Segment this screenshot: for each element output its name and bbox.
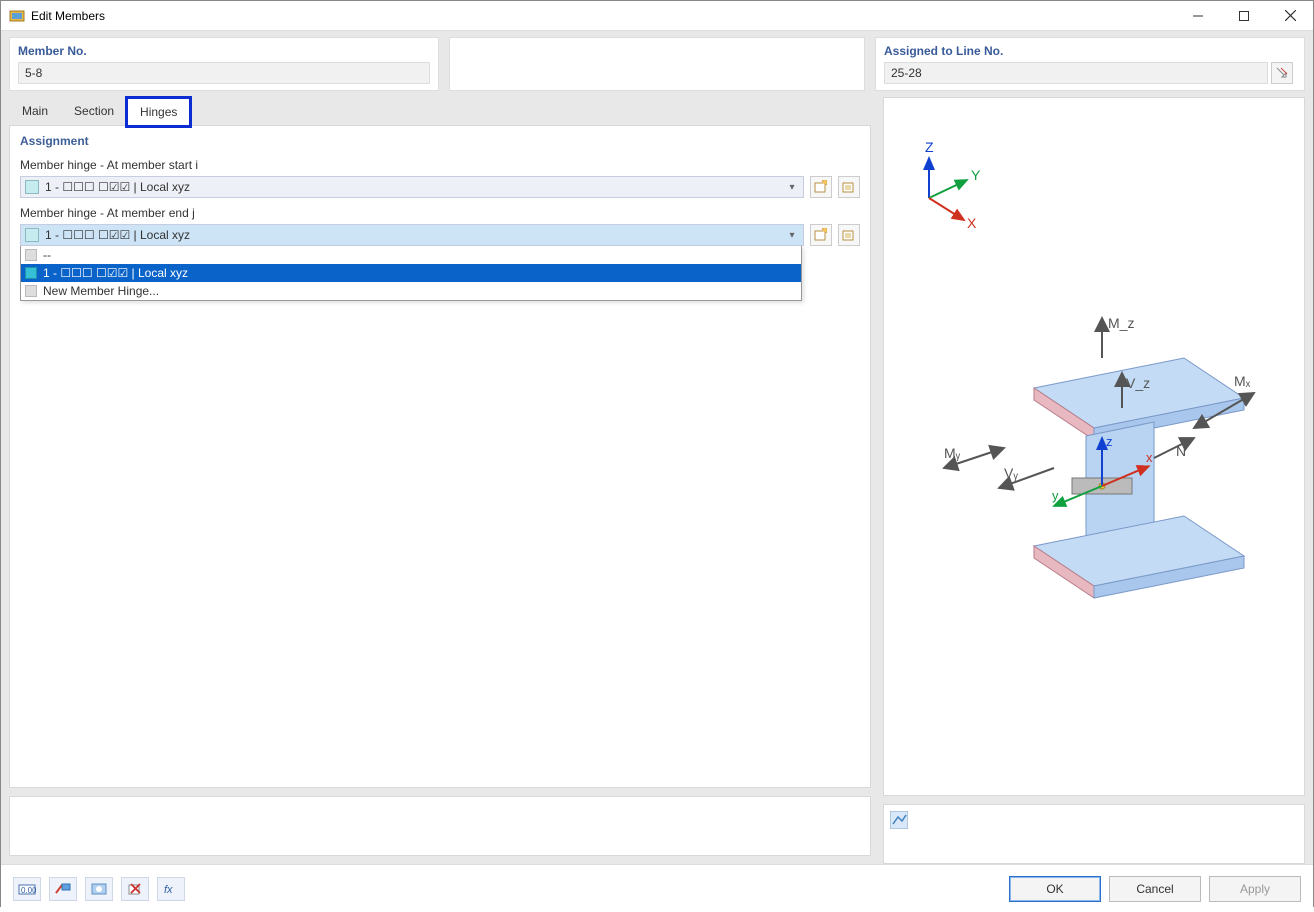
dropdown-item-new[interactable]: New Member Hinge... [21,282,801,300]
swatch-icon [25,285,37,297]
member-no-panel: Member No. [9,37,439,91]
right-pane: Z Y X [879,97,1313,864]
assigned-input[interactable] [884,62,1268,84]
svg-text:x: x [1146,450,1153,465]
header-row: Member No. Assigned to Line No. [1,31,1313,97]
minimize-button[interactable] [1175,1,1221,31]
cancel-button[interactable]: Cancel [1109,876,1201,902]
new-hinge-end-button[interactable] [810,224,832,246]
svg-text:z: z [1106,434,1113,449]
svg-text:y: y [1052,488,1059,503]
tab-main[interactable]: Main [9,97,61,125]
apply-button[interactable]: Apply [1209,876,1301,902]
swatch-icon [25,249,37,261]
new-hinge-start-button[interactable] [810,176,832,198]
hinge-end-dropdown: -- 1 - ☐☐☐ ☐☑☑ | Local xyz New Member Hi… [20,246,802,301]
svg-text:Vᵧ: Vᵧ [1004,465,1018,481]
preview-thumb-icon[interactable] [890,811,908,829]
left-pane: Main Section Hinges Assignment Member hi… [1,97,879,864]
edit-hinge-start-button[interactable] [838,176,860,198]
preview-bottom-panel [883,804,1305,864]
svg-text:Mᵧ: Mᵧ [944,445,961,461]
svg-text:fx: fx [164,884,173,896]
hinge-end-value: 1 - ☐☐☐ ☐☑☑ | Local xyz [45,228,785,242]
dropdown-item-none[interactable]: -- [21,246,801,264]
assignment-title: Assignment [20,134,860,148]
hinge-end-swatch [25,228,39,242]
hinge-start-combo[interactable]: 1 - ☐☐☐ ☐☑☑ | Local xyz ▾ [20,176,804,198]
assigned-panel: Assigned to Line No. [875,37,1305,91]
svg-text:M_z: M_z [1108,315,1134,331]
tab-hinges[interactable]: Hinges [127,98,190,126]
tabs: Main Section Hinges [1,97,879,125]
swatch-icon [25,267,37,279]
bottom-bar: 0.00 fx OK Cancel Apply [1,864,1313,912]
preview-3d[interactable]: Z Y X [883,97,1305,796]
svg-text:0.00: 0.00 [21,886,36,895]
svg-text:N: N [1176,443,1186,459]
window-title: Edit Members [31,9,105,23]
content-row: Main Section Hinges Assignment Member hi… [1,97,1313,864]
hinge-start-row: 1 - ☐☐☐ ☐☑☑ | Local xyz ▾ [20,176,860,198]
ok-button[interactable]: OK [1009,876,1101,902]
formula-button[interactable]: fx [157,877,185,901]
svg-text:V_z: V_z [1126,375,1150,391]
render-button[interactable] [85,877,113,901]
units-button[interactable]: 0.00 [13,877,41,901]
hinge-start-label: Member hinge - At member start i [20,158,860,172]
pick-line-button[interactable] [1271,62,1293,84]
edit-hinge-end-button[interactable] [838,224,860,246]
close-button[interactable] [1267,1,1313,31]
chevron-down-icon: ▾ [785,230,799,241]
chevron-down-icon: ▾ [785,182,799,193]
header-mid-panel [449,37,865,91]
hinge-end-row: 1 - ☐☐☐ ☐☑☑ | Local xyz ▾ [20,224,860,246]
member-view-button[interactable] [49,877,77,901]
member-no-input[interactable] [18,62,430,84]
hinge-start-swatch [25,180,39,194]
axis-x-label: X [967,215,977,231]
app-icon [9,8,25,24]
axis-y-label: Y [971,167,981,183]
delete-button[interactable] [121,877,149,901]
comment-panel [9,796,871,856]
dropdown-item-1[interactable]: 1 - ☐☐☐ ☐☑☑ | Local xyz [21,264,801,282]
svg-text:Mₓ: Mₓ [1234,373,1251,389]
tab-section[interactable]: Section [61,97,127,125]
hinge-end-combo[interactable]: 1 - ☐☐☐ ☐☑☑ | Local xyz ▾ [20,224,804,246]
hinge-end-label: Member hinge - At member end j [20,206,860,220]
hinge-start-value: 1 - ☐☐☐ ☐☑☑ | Local xyz [45,180,785,194]
maximize-button[interactable] [1221,1,1267,31]
axis-z-label: Z [925,139,934,155]
assigned-label: Assigned to Line No. [884,44,1296,58]
member-no-label: Member No. [18,44,430,58]
hinges-tab-content: Assignment Member hinge - At member star… [9,125,871,788]
titlebar: Edit Members [1,1,1313,31]
